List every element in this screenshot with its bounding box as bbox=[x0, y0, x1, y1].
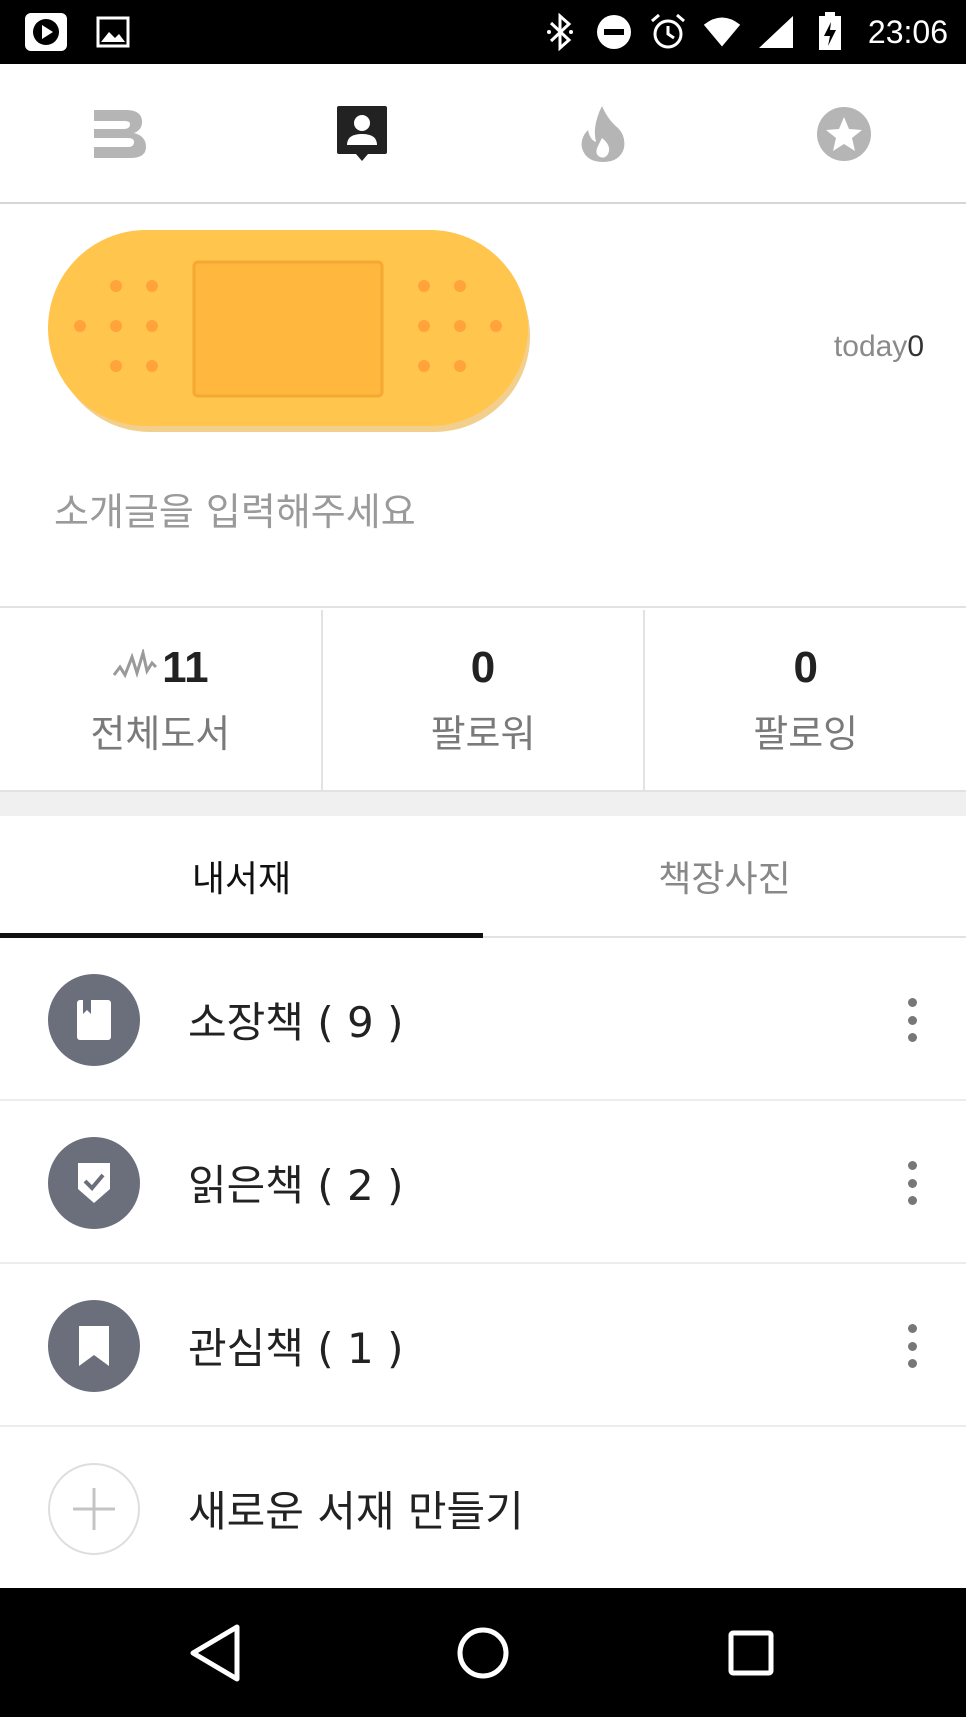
avatar[interactable] bbox=[48, 226, 530, 432]
more-vert-icon[interactable] bbox=[894, 998, 930, 1042]
stats-row: 11 전체도서 0 팔로워 0 팔로잉 bbox=[0, 610, 966, 792]
stat-label: 전체도서 bbox=[90, 711, 231, 756]
shelf-label: 소장책 ( 9 ) bbox=[188, 998, 404, 1047]
back-icon[interactable] bbox=[178, 1616, 252, 1690]
clock: 23:06 bbox=[867, 13, 948, 50]
stat-label: 팔로워 bbox=[430, 711, 536, 756]
today-visitor-count: today0 bbox=[834, 330, 924, 364]
image-icon bbox=[94, 12, 138, 52]
star-icon[interactable] bbox=[812, 102, 876, 166]
profile-icon[interactable] bbox=[330, 102, 394, 166]
stat-label: 팔로잉 bbox=[753, 711, 859, 756]
shelf-list: 소장책 ( 9 ) 읽은책 ( 2 ) 관심책 ( 1 ) 새로운 서재 만들기 bbox=[0, 938, 966, 1590]
more-vert-icon[interactable] bbox=[894, 1324, 930, 1368]
more-vert-icon[interactable] bbox=[894, 1161, 930, 1205]
stat-followers[interactable]: 0 팔로워 bbox=[323, 610, 646, 790]
today-count: 0 bbox=[907, 330, 924, 363]
wifi-icon bbox=[702, 12, 742, 52]
activity-graph-icon bbox=[112, 646, 158, 687]
new-shelf-button[interactable]: 새로운 서재 만들기 bbox=[0, 1427, 966, 1590]
brand-b-icon[interactable] bbox=[88, 102, 152, 166]
tab-bookshelf-photos[interactable]: 책장사진 bbox=[483, 816, 966, 936]
shelf-label: 관심책 ( 1 ) bbox=[188, 1324, 404, 1373]
section-divider bbox=[0, 792, 966, 816]
bluetooth-icon bbox=[540, 12, 580, 52]
stat-following[interactable]: 0 팔로잉 bbox=[645, 610, 966, 790]
home-icon[interactable] bbox=[446, 1616, 520, 1690]
tab-my-library[interactable]: 내서재 bbox=[0, 816, 483, 938]
plus-icon bbox=[48, 1463, 140, 1555]
signal-icon bbox=[756, 12, 796, 52]
do-not-disturb-icon bbox=[594, 12, 634, 52]
stat-value: 0 bbox=[470, 642, 496, 692]
recents-icon[interactable] bbox=[714, 1616, 788, 1690]
fire-icon[interactable] bbox=[571, 102, 635, 166]
play-store-icon bbox=[24, 12, 68, 52]
book-icon bbox=[48, 974, 140, 1066]
library-tabs: 내서재 책장사진 bbox=[0, 816, 966, 938]
check-badge-icon bbox=[48, 1137, 140, 1229]
top-nav bbox=[0, 64, 966, 204]
new-shelf-label: 새로운 서재 만들기 bbox=[188, 1487, 524, 1536]
shelf-label: 읽은책 ( 2 ) bbox=[188, 1161, 404, 1210]
battery-charging-icon bbox=[810, 12, 850, 52]
list-item[interactable]: 읽은책 ( 2 ) bbox=[0, 1101, 966, 1264]
list-item[interactable]: 소장책 ( 9 ) bbox=[0, 938, 966, 1101]
bookmark-icon bbox=[48, 1300, 140, 1392]
system-nav-bar bbox=[0, 1588, 966, 1717]
status-bar: 23:06 bbox=[0, 0, 966, 64]
stat-total-books[interactable]: 11 전체도서 bbox=[0, 610, 323, 790]
intro-placeholder[interactable]: 소개글을 입력해주세요 bbox=[54, 481, 416, 536]
today-label: today bbox=[833, 330, 908, 363]
profile-section: today0 소개글을 입력해주세요 bbox=[0, 206, 966, 608]
list-item[interactable]: 관심책 ( 1 ) bbox=[0, 1264, 966, 1427]
alarm-icon bbox=[648, 12, 688, 52]
stat-value: 11 bbox=[162, 642, 209, 692]
stat-value: 0 bbox=[793, 642, 818, 692]
